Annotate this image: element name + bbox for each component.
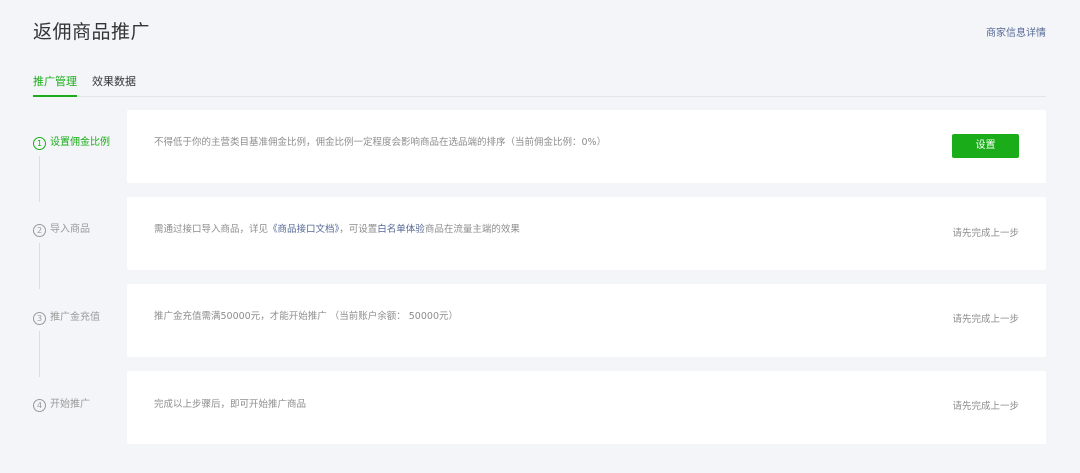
step-status: 请先完成上一步 [952, 228, 1019, 239]
step-number-badge: 2 [33, 223, 46, 237]
step-3-card: 推广金充值需满50000元，才能开始推广 （当前账户余额： 50000元） 请先… [127, 284, 1046, 357]
tab-promotion-management[interactable]: 推广管理 [33, 74, 77, 97]
step-description: 不得低于你的主营类目基准佣金比例，佣金比例一定程度会影响商品在选品端的排序（当前… [154, 137, 607, 148]
page-title: 返佣商品推广 [33, 21, 151, 43]
step-number-badge: 1 [33, 136, 46, 150]
tab-performance-data[interactable]: 效果数据 [92, 74, 136, 95]
whitelist-link[interactable]: 白名单体验 [377, 224, 425, 235]
tab-bar: 推广管理 效果数据 [33, 71, 1046, 97]
step-2-label: 2 导入商品 [33, 223, 90, 237]
step-4-card: 完成以上步骤后，即可开始推广商品 请先完成上一步 [127, 371, 1046, 444]
step-status: 请先完成上一步 [952, 401, 1019, 412]
desc-text: 商品在流量主端的效果 [424, 224, 520, 235]
step-3-label: 3 推广金充值 [33, 311, 100, 325]
step-4-label: 4 开始推广 [33, 398, 90, 412]
step-status: 请先完成上一步 [952, 314, 1019, 325]
step-description: 需通过接口导入商品，详见《商品接口文档》，可设置白名单体验商品在流量主端的效果 [154, 223, 520, 237]
step-description: 完成以上步骤后，即可开始推广商品 [154, 399, 307, 410]
step-1-card: 不得低于你的主营类目基准佣金比例，佣金比例一定程度会影响商品在选品端的排序（当前… [127, 110, 1046, 183]
step-title: 开始推广 [50, 399, 90, 410]
step-connector [39, 331, 40, 377]
merchant-info-link[interactable]: 商家信息详情 [986, 27, 1046, 41]
step-number-badge: 4 [33, 398, 46, 412]
desc-text: ，可设置 [339, 224, 378, 235]
step-connector [39, 156, 40, 202]
step-2-card: 需通过接口导入商品，详见《商品接口文档》，可设置白名单体验商品在流量主端的效果 … [127, 197, 1046, 270]
set-commission-button[interactable]: 设置 [952, 134, 1019, 158]
step-description: 推广金充值需满50000元，才能开始推广 （当前账户余额： 50000元） [154, 311, 458, 322]
desc-text: 需通过接口导入商品，详见 [154, 224, 269, 235]
step-title: 推广金充值 [50, 312, 100, 323]
step-connector [39, 243, 40, 289]
api-doc-link[interactable]: 《商品接口文档》 [268, 224, 339, 235]
step-title: 设置佣金比例 [50, 137, 110, 148]
step-1-label: 1 设置佣金比例 [33, 136, 110, 150]
step-number-badge: 3 [33, 311, 46, 325]
step-title: 导入商品 [50, 224, 90, 235]
